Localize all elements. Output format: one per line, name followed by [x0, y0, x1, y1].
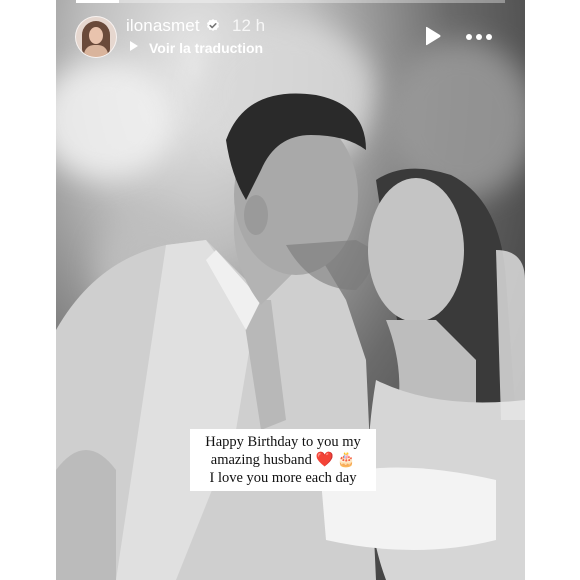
username[interactable]: ilonasmet [126, 16, 200, 36]
caption-line-1: Happy Birthday to you my [205, 434, 361, 450]
avatar[interactable] [75, 16, 117, 58]
story-caption: Happy Birthday to you my amazing husband… [190, 429, 376, 491]
photo-couple-kissing [56, 93, 525, 580]
caption-line-2-text: amazing husband [210, 452, 312, 468]
post-time: 12 h [232, 16, 266, 35]
caption-line-2: amazing husband ❤️ 🎂 [196, 451, 370, 469]
translate-link[interactable]: Voir la traduction [149, 40, 263, 56]
more-icon[interactable] [465, 33, 493, 41]
play-icon[interactable] [424, 26, 442, 46]
heart-emoji: ❤️ [315, 452, 334, 468]
story-header: ilonasmet 12 h Voir la traduction [56, 0, 525, 70]
avatar-body [84, 45, 108, 57]
cake-emoji: 🎂 [337, 452, 356, 468]
verified-badge-icon [207, 19, 219, 31]
caption-line-3: I love you more each day [209, 470, 357, 486]
translate-icon[interactable] [128, 40, 140, 52]
avatar-face [89, 27, 103, 44]
story-frame[interactable]: ilonasmet 12 h Voir la traduction Happy … [56, 0, 525, 580]
